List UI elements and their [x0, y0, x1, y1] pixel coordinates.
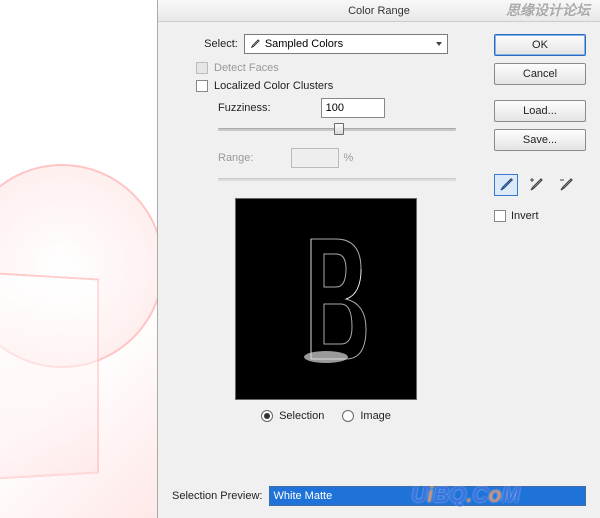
save-button[interactable]: Save...	[494, 129, 586, 151]
image-radio[interactable]	[342, 410, 354, 422]
fuzziness-label: Fuzziness:	[218, 102, 271, 114]
eyedropper-plus-tool[interactable]	[524, 174, 548, 196]
eyedropper-icon	[249, 39, 260, 50]
selection-preview-dropdown[interactable]: White Matte	[269, 486, 587, 506]
dialog-title: Color Range	[348, 5, 410, 17]
range-input	[291, 148, 339, 168]
ok-button[interactable]: OK	[494, 34, 586, 56]
selection-preview-thumbnail	[235, 198, 417, 400]
eyedropper-minus-tool[interactable]	[554, 174, 578, 196]
select-label: Select:	[204, 38, 238, 50]
range-label: Range:	[218, 152, 253, 164]
range-unit: %	[343, 152, 353, 164]
fuzziness-input[interactable]	[321, 98, 385, 118]
color-range-dialog: Color Range Select: Sampled Colors Detec…	[157, 0, 600, 518]
invert-label: Invert	[511, 210, 539, 222]
localized-clusters-label: Localized Color Clusters	[214, 80, 333, 92]
selection-radio[interactable]	[261, 410, 273, 422]
image-radio-label: Image	[360, 410, 391, 422]
selection-radio-label: Selection	[279, 410, 324, 422]
chevron-down-icon	[435, 39, 443, 51]
select-dropdown[interactable]: Sampled Colors	[244, 34, 448, 54]
invert-checkbox[interactable]	[494, 210, 506, 222]
range-slider	[218, 172, 456, 188]
detect-faces-checkbox	[196, 62, 208, 74]
load-button[interactable]: Load...	[494, 100, 586, 122]
select-value: Sampled Colors	[265, 38, 343, 50]
localized-clusters-checkbox[interactable]	[196, 80, 208, 92]
fuzziness-slider[interactable]	[218, 122, 456, 138]
cancel-button[interactable]: Cancel	[494, 63, 586, 85]
selection-preview-label: Selection Preview:	[172, 490, 263, 502]
detect-faces-label: Detect Faces	[214, 62, 279, 74]
eyedropper-tool[interactable]	[494, 174, 518, 196]
dialog-titlebar: Color Range	[158, 0, 600, 22]
